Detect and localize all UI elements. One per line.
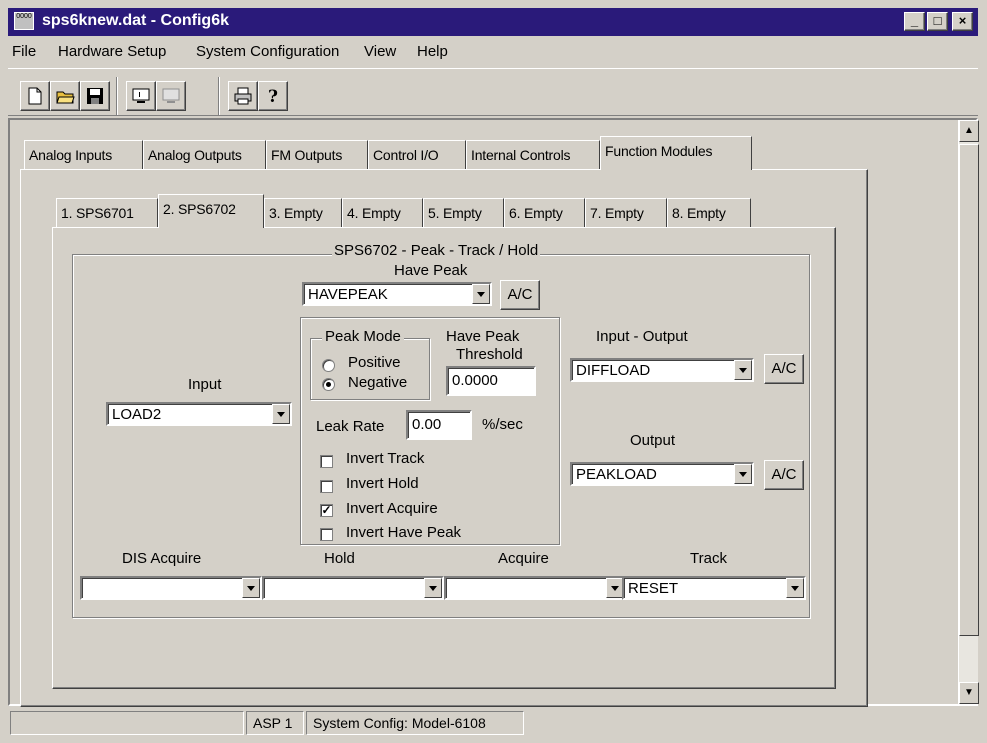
- input-output-label: Input - Output: [596, 328, 688, 345]
- invert-track-checkbox[interactable]: [320, 455, 333, 468]
- acquire-label: Acquire: [498, 550, 549, 567]
- tab-module-7[interactable]: 7. Empty: [585, 198, 667, 228]
- dis-acquire-select[interactable]: [80, 576, 262, 600]
- invert-have-peak-label: Invert Have Peak: [346, 524, 462, 541]
- status-pane-empty: [10, 711, 244, 735]
- close-button[interactable]: ×: [952, 12, 973, 31]
- monitor-icon[interactable]: [126, 81, 156, 111]
- help-icon[interactable]: ?: [258, 81, 288, 111]
- title-bar[interactable]: 0000 sps6knew.dat - Config6k _ □ ×: [8, 8, 978, 36]
- minimize-button[interactable]: _: [904, 12, 925, 31]
- have-peak-select[interactable]: HAVEPEAK: [302, 282, 492, 306]
- invert-hold-label: Invert Hold: [346, 475, 419, 492]
- leak-rate-input[interactable]: 0.00: [406, 410, 472, 440]
- track-label: Track: [690, 550, 727, 567]
- status-asp: ASP 1: [246, 711, 304, 735]
- track-value: RESET: [628, 580, 679, 597]
- output-ac-button[interactable]: A/C: [764, 460, 804, 490]
- disabled-monitor-icon[interactable]: [156, 81, 186, 111]
- menu-file[interactable]: File: [12, 43, 36, 60]
- chevron-down-icon[interactable]: [786, 578, 804, 598]
- invert-acquire-label: Invert Acquire: [346, 500, 438, 517]
- tab-analog-outputs[interactable]: Analog Outputs: [143, 140, 266, 170]
- tab-module-2[interactable]: 2. SPS6702: [158, 194, 264, 228]
- invert-have-peak-checkbox[interactable]: [320, 528, 333, 541]
- menu-system-configuration[interactable]: System Configuration: [196, 43, 339, 60]
- menu-view[interactable]: View: [364, 43, 396, 60]
- have-peak-ac-button[interactable]: A/C: [500, 280, 540, 310]
- positive-radio[interactable]: [322, 359, 335, 372]
- input-output-select[interactable]: DIFFLOAD: [570, 358, 754, 382]
- open-folder-icon[interactable]: [50, 81, 80, 111]
- tab-module-5[interactable]: 5. Empty: [423, 198, 504, 228]
- scrollbar-thumb[interactable]: [959, 144, 979, 636]
- menu-bar: File Hardware Setup System Configuration…: [8, 38, 978, 66]
- window-title: sps6knew.dat - Config6k: [42, 12, 229, 29]
- tab-module-8[interactable]: 8. Empty: [667, 198, 751, 228]
- leak-rate-unit: %/sec: [482, 416, 523, 433]
- scroll-up-icon[interactable]: ▲: [959, 120, 979, 142]
- acquire-select[interactable]: [444, 576, 626, 600]
- chevron-down-icon[interactable]: [734, 464, 752, 484]
- tab-module-6[interactable]: 6. Empty: [504, 198, 585, 228]
- tab-analog-inputs[interactable]: Analog Inputs: [24, 140, 143, 170]
- dis-acquire-label: DIS Acquire: [122, 550, 202, 567]
- input-label: Input: [188, 376, 222, 393]
- status-config: System Config: Model-6108: [306, 711, 524, 735]
- tab-control-io[interactable]: Control I/O: [368, 140, 466, 170]
- tab-module-1[interactable]: 1. SPS6701: [56, 198, 158, 228]
- hold-label: Hold: [324, 550, 355, 567]
- hold-select[interactable]: [262, 576, 444, 600]
- new-file-icon[interactable]: [20, 81, 50, 111]
- output-label: Output: [630, 432, 676, 449]
- invert-acquire-checkbox[interactable]: ✓: [320, 504, 333, 517]
- client-area: Analog Inputs Analog Outputs FM Outputs …: [8, 118, 979, 707]
- tab-fm-outputs[interactable]: FM Outputs: [266, 140, 368, 170]
- scroll-down-icon[interactable]: ▼: [959, 682, 979, 704]
- track-select[interactable]: RESET: [622, 576, 806, 600]
- toolbar: ?: [8, 68, 978, 116]
- threshold-input[interactable]: 0.0000: [446, 366, 536, 396]
- input-select[interactable]: LOAD2: [106, 402, 292, 426]
- print-icon[interactable]: [228, 81, 258, 111]
- threshold-label-2: Threshold: [456, 346, 523, 363]
- invert-hold-checkbox[interactable]: [320, 480, 333, 493]
- chevron-down-icon[interactable]: [472, 284, 490, 304]
- peak-mode-label: Peak Mode: [322, 328, 404, 345]
- toolbar-separator: [116, 77, 118, 115]
- svg-text:?: ?: [268, 87, 278, 106]
- negative-label: Negative: [348, 374, 408, 391]
- status-bar: ASP 1 System Config: Model-6108: [8, 708, 978, 738]
- have-peak-value: HAVEPEAK: [308, 286, 388, 303]
- tab-module-4[interactable]: 4. Empty: [342, 198, 423, 228]
- tab-module-3[interactable]: 3. Empty: [264, 198, 342, 228]
- app-icon[interactable]: 0000: [14, 12, 34, 30]
- input-value: LOAD2: [112, 406, 162, 423]
- toolbar-separator: [218, 77, 220, 115]
- chevron-down-icon[interactable]: [424, 578, 442, 598]
- chevron-down-icon[interactable]: [242, 578, 260, 598]
- positive-label: Positive: [348, 354, 401, 371]
- have-peak-label: Have Peak: [394, 262, 468, 279]
- tab-function-modules[interactable]: Function Modules: [600, 136, 752, 170]
- invert-track-label: Invert Track: [346, 450, 425, 467]
- menu-hardware-setup[interactable]: Hardware Setup: [58, 43, 166, 60]
- input-output-value: DIFFLOAD: [576, 362, 651, 379]
- negative-radio[interactable]: [322, 378, 335, 391]
- chevron-down-icon[interactable]: [734, 360, 752, 380]
- threshold-label-1: Have Peak: [446, 328, 520, 345]
- leak-rate-label: Leak Rate: [316, 418, 385, 435]
- chevron-down-icon[interactable]: [272, 404, 290, 424]
- input-output-ac-button[interactable]: A/C: [764, 354, 804, 384]
- save-disk-icon[interactable]: [80, 81, 110, 111]
- tab-internal-controls[interactable]: Internal Controls: [466, 140, 600, 170]
- maximize-button[interactable]: □: [927, 12, 948, 31]
- module-title: SPS6702 - Peak - Track / Hold: [332, 242, 541, 259]
- output-select[interactable]: PEAKLOAD: [570, 462, 754, 486]
- vertical-scrollbar[interactable]: ▲ ▼: [958, 120, 979, 704]
- menu-help[interactable]: Help: [417, 43, 448, 60]
- app-icon-text: 0000: [16, 13, 32, 20]
- output-value: PEAKLOAD: [576, 466, 657, 483]
